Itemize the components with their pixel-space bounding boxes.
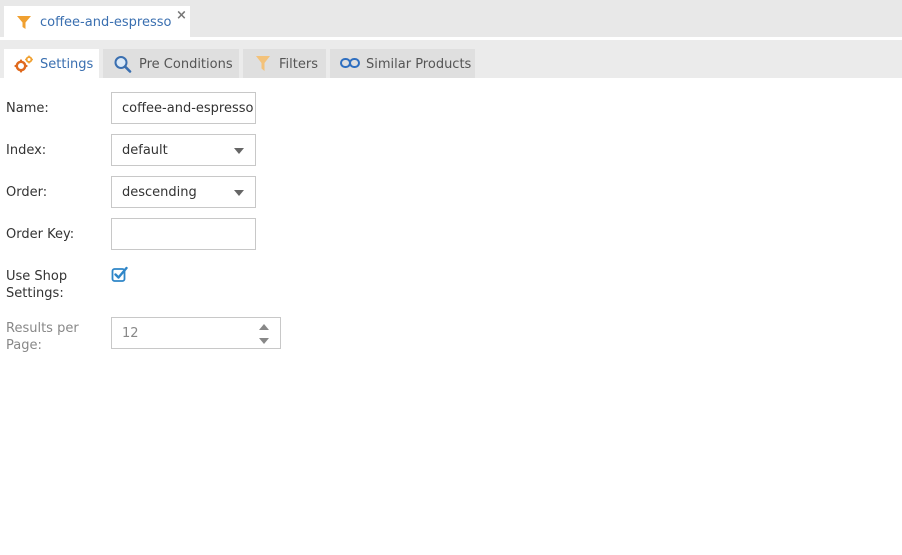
tab-label: Pre Conditions — [139, 57, 233, 72]
tab-pre-conditions[interactable]: Pre Conditions — [103, 49, 239, 78]
funnel-icon — [16, 15, 32, 34]
label-line: Results per — [6, 321, 79, 336]
tab-label: Similar Products — [366, 57, 472, 72]
link-icon — [340, 57, 360, 73]
order-select[interactable]: descending — [111, 176, 256, 208]
tab-label: Filters — [279, 57, 318, 72]
name-input[interactable]: coffee-and-espresso — [111, 92, 256, 124]
tab-filters[interactable]: Filters — [243, 49, 326, 78]
tab-similar-products[interactable]: Similar Products — [330, 49, 475, 78]
document-tab-strip: coffee-and-espresso × — [0, 0, 902, 38]
order-key-input[interactable] — [111, 218, 256, 250]
results-per-page-value: 12 — [122, 326, 139, 341]
chevron-down-icon[interactable] — [259, 338, 269, 344]
label-line: Settings: — [6, 286, 64, 301]
label-line: Use Shop — [6, 269, 68, 284]
gears-icon — [14, 55, 34, 77]
results-per-page-label: Results per Page: — [6, 320, 79, 354]
document-tab[interactable]: coffee-and-espresso × — [4, 6, 190, 38]
name-label: Name: — [6, 101, 49, 116]
index-select[interactable]: default — [111, 134, 256, 166]
document-tab-title: coffee-and-espresso — [40, 15, 172, 30]
settings-tab-bar: Settings Pre Conditions Filters Similar … — [0, 40, 902, 78]
tab-settings[interactable]: Settings — [4, 49, 99, 78]
order-label: Order: — [6, 185, 48, 200]
results-per-page-stepper[interactable]: 12 — [111, 317, 281, 349]
index-label: Index: — [6, 143, 47, 158]
magnifier-icon — [113, 55, 133, 77]
order-value: descending — [122, 185, 197, 200]
name-value: coffee-and-espresso — [122, 101, 254, 116]
chevron-up-icon[interactable] — [259, 324, 269, 330]
index-value: default — [122, 143, 168, 158]
close-icon[interactable]: × — [176, 8, 187, 23]
order-key-label: Order Key: — [6, 227, 75, 242]
chevron-down-icon — [234, 190, 244, 196]
funnel-icon — [255, 55, 271, 76]
use-shop-settings-checkbox[interactable] — [111, 266, 128, 283]
label-line: Page: — [6, 338, 42, 353]
tab-label: Settings — [40, 57, 94, 72]
use-shop-settings-label: Use Shop Settings: — [6, 268, 67, 302]
chevron-down-icon — [234, 148, 244, 154]
